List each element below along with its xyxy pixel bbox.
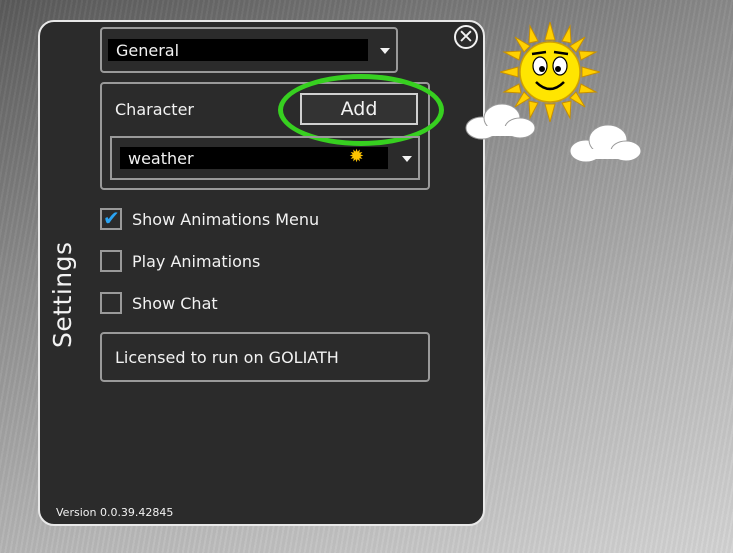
close-icon: ✕	[458, 25, 474, 48]
checkbox[interactable]	[100, 292, 122, 314]
option-play-animations[interactable]: Play Animations	[100, 250, 260, 272]
license-info: Licensed to run on GOLIATH	[100, 332, 430, 382]
checkmark-icon: ✔	[103, 206, 120, 230]
cloud-icon	[569, 124, 642, 163]
character-dropdown[interactable]: weather ✹	[110, 136, 420, 180]
cloud-icon	[465, 103, 536, 140]
sun-icon: ✹	[349, 146, 365, 167]
close-button[interactable]: ✕	[454, 25, 478, 49]
general-dropdown-value: General	[108, 39, 368, 61]
character-dropdown-value: weather	[120, 147, 388, 169]
add-button[interactable]: Add	[300, 93, 418, 125]
general-dropdown[interactable]: General	[100, 27, 398, 73]
option-show-animations-menu[interactable]: ✔ Show Animations Menu	[100, 206, 320, 230]
panel-title: Settings	[48, 241, 77, 348]
chevron-down-icon	[402, 156, 412, 162]
settings-panel: Settings ✕ General Character Add weather…	[38, 20, 485, 526]
option-label: Play Animations	[132, 251, 261, 271]
checkbox[interactable]	[100, 250, 122, 272]
checkbox[interactable]: ✔	[100, 206, 122, 230]
chevron-down-icon	[380, 48, 390, 54]
option-label: Show Chat	[132, 293, 218, 313]
option-show-chat[interactable]: Show Chat	[100, 292, 218, 314]
option-label: Show Animations Menu	[132, 209, 320, 229]
character-group: Character Add weather ✹	[100, 74, 444, 190]
character-label: Character	[115, 100, 194, 119]
license-text: Licensed to run on GOLIATH	[115, 347, 339, 367]
version-label: Version 0.0.39.42845	[56, 506, 174, 519]
